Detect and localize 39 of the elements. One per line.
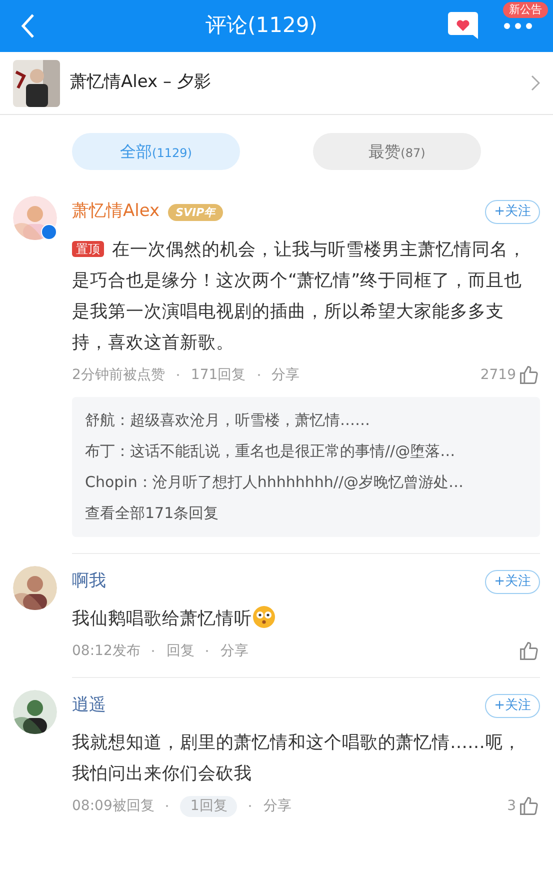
song-title: 萧忆情Alex – 夕影 [70,71,212,94]
username[interactable]: 啊我 [72,569,106,595]
like-count: 3 [507,796,516,816]
filter-tab[interactable]: 全部(1129) [72,133,240,170]
reply-button[interactable]: 171回复 [190,364,246,386]
filter-tab[interactable]: 最赞(87) [313,133,481,170]
comment-text: $^{置顶}$ 在一次偶然的机会，让我与听雪楼男主萧忆情同名，是巧合也是缘分！这次两个“萧忆情”终于同框了，而且也是我第一次演唱电视剧的插曲，所以希望大家能多多支持，喜欢这首新歌。 [72,239,527,355]
reply-text: 布丁：这话不能乱说，重名也是很正常的事情//@堕落… [85,441,456,462]
page-title: 评论(1129) [206,12,318,40]
follow-button[interactable]: +关注 [485,570,540,594]
view-all-replies-link[interactable]: 查看全部171条回复 [85,498,527,529]
chevron-right-icon [530,75,540,91]
comment-text: 我就想知道，剧里的萧忆情和这个唱歌的萧忆情……呃，我怕问出来你们会砍我 [72,732,522,786]
share-button[interactable]: 分享 [272,364,300,386]
back-icon[interactable] [20,13,36,39]
comment-time: 08:12发布 [72,642,140,660]
pinned-tag: 置顶 [72,241,104,257]
reply-button[interactable]: 回复 [166,640,194,662]
reply-button[interactable]: 1回复 [180,796,238,816]
follow-button[interactable]: +关注 [485,694,540,718]
username[interactable]: 逍遥 [72,693,106,719]
thumbs-up-icon[interactable] [518,795,540,817]
reply-text: Chopin：沧月听了想打人hhhhhhhh//@岁晚忆曾游处… [85,472,465,493]
notice-badge: 新公告 [503,2,548,18]
thumbs-up-icon[interactable] [518,364,540,386]
follow-button[interactable]: +关注 [485,200,540,224]
like-count: 2719 [480,366,516,384]
comment-time: 2分钟前被点赞 [72,366,165,384]
comment-text: 我仙鹅唱歌给萧忆情听 [72,604,540,635]
vip-badge: SVIP年 [168,204,224,220]
share-button[interactable]: 分享 [220,640,248,662]
reply-text: 舒航：超级喜欢沧月，听雪楼，萧忆情…… [85,410,371,431]
comment-time: 08:09被回复 [72,796,154,816]
more-icon[interactable] [503,22,533,30]
song-row[interactable]: 萧忆情Alex – 夕影 [0,52,553,115]
share-button[interactable]: 分享 [263,796,292,816]
heart-message-icon[interactable] [447,11,479,41]
thumbs-up-icon[interactable] [518,640,540,662]
username[interactable]: 萧忆情Alex [72,199,160,225]
